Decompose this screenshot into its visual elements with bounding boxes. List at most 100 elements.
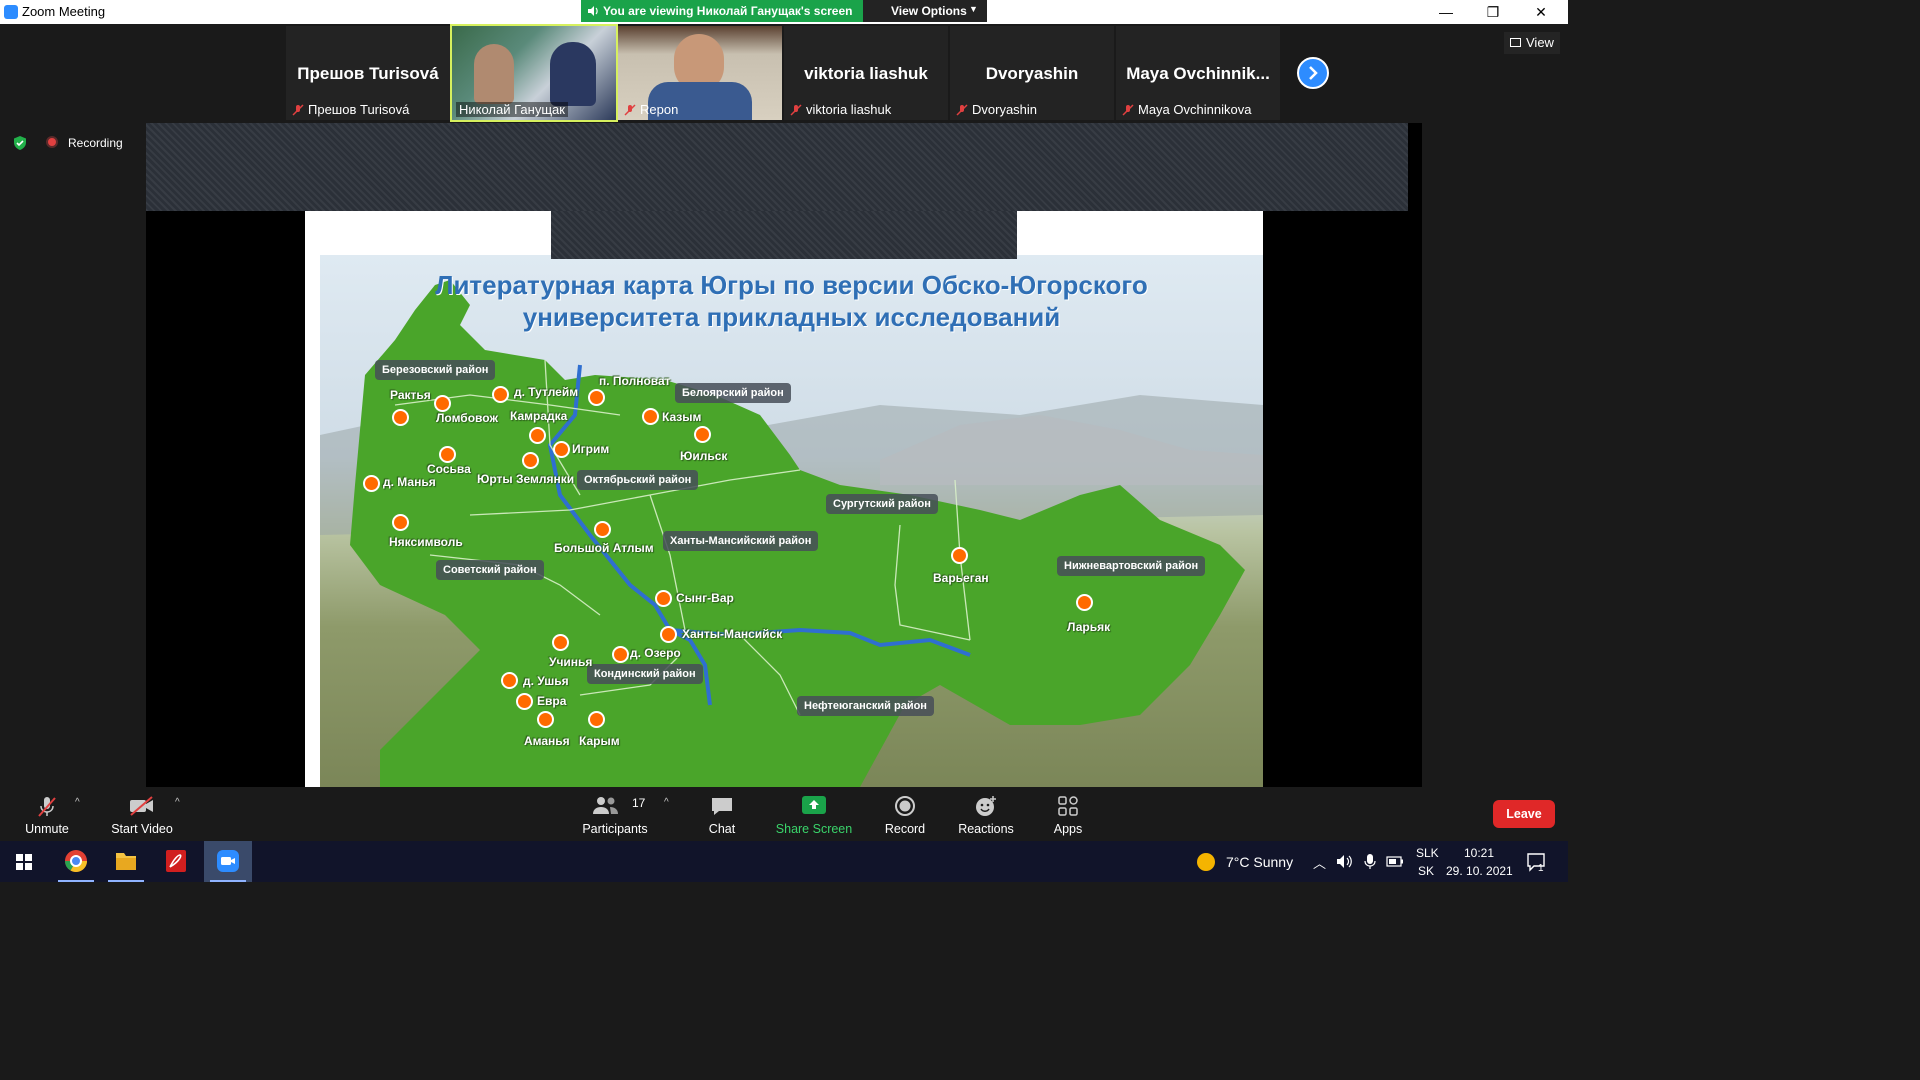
input-language-top[interactable]: SLK	[1416, 846, 1439, 860]
video-options-caret[interactable]: ^	[175, 797, 180, 808]
share-screen-button[interactable]: Share Screen	[774, 787, 854, 841]
microphone-icon[interactable]	[1364, 853, 1376, 870]
participant-tile[interactable]: Прешов Turisová Прешов Turisová	[286, 26, 450, 120]
participants-options-caret[interactable]: ^	[664, 797, 669, 808]
shared-screen: Литературная карта Югры по версии Обско-…	[146, 123, 1422, 787]
place-label: д. Ушья	[523, 674, 569, 688]
volume-icon[interactable]	[1336, 854, 1354, 869]
recording-label: Recording	[68, 136, 123, 150]
place-marker	[1076, 594, 1093, 611]
record-button[interactable]: Record	[880, 787, 930, 841]
grid-view-icon	[1510, 38, 1521, 47]
place-label: Ларьяк	[1067, 620, 1111, 634]
input-language-bottom[interactable]: SK	[1418, 864, 1434, 878]
muted-mic-icon	[1122, 104, 1134, 116]
clock-date[interactable]: 29. 10. 2021	[1446, 864, 1513, 878]
place-marker	[392, 514, 409, 531]
zoom-app-icon	[4, 5, 18, 19]
place-marker	[501, 672, 518, 689]
region-label: Нижневартовский район	[1057, 556, 1206, 576]
chevron-right-icon	[1309, 66, 1318, 80]
place-marker	[529, 427, 546, 444]
region-label: Белоярский район	[675, 383, 791, 403]
participant-display-name: Maya Ovchinnik...	[1126, 64, 1270, 83]
presentation-slide: Литературная карта Югры по версии Обско-…	[305, 211, 1263, 787]
zoom-icon	[217, 850, 239, 872]
slide-title-line: университета прикладных исследований	[522, 302, 1061, 332]
participant-label: Прешов Turisová	[308, 102, 410, 117]
minimize-button[interactable]: —	[1423, 0, 1469, 24]
participants-button[interactable]: 17 Participants	[578, 787, 652, 841]
view-options-button[interactable]: View Options ▼	[863, 0, 987, 22]
taskbar-acrobat[interactable]	[152, 841, 200, 882]
region-label: Советский район	[436, 560, 544, 580]
notification-icon[interactable]	[1526, 852, 1548, 872]
place-marker	[553, 441, 570, 458]
place-label: Сосьва	[427, 462, 471, 476]
weather-text[interactable]: 7°C Sunny	[1226, 854, 1293, 870]
speaker-icon	[588, 6, 598, 16]
taskbar-file-explorer[interactable]	[102, 841, 150, 882]
folder-icon	[116, 853, 136, 870]
record-label: Record	[884, 822, 926, 836]
participant-video-tile[interactable]: Николай Ганущак	[450, 24, 618, 122]
start-button[interactable]	[0, 841, 48, 882]
map-graphic	[320, 280, 1263, 787]
muted-mic-icon	[790, 104, 802, 116]
os-taskbar: 7°C Sunny ︿ SLK SK 10:21 29. 10. 2021 1	[0, 841, 1568, 882]
place-label: д. Озеро	[630, 646, 681, 660]
participant-tile[interactable]: viktoria liashuk viktoria liashuk	[784, 26, 948, 120]
place-marker	[594, 521, 611, 538]
participant-video-person	[474, 44, 514, 104]
place-marker	[951, 547, 968, 564]
tray-overflow-icon[interactable]: ︿	[1313, 853, 1326, 872]
participant-label: Dvoryashin	[972, 102, 1038, 117]
start-video-button[interactable]: Start Video	[104, 787, 180, 841]
battery-icon[interactable]	[1386, 856, 1404, 867]
reactions-button[interactable]: Reactions	[956, 787, 1016, 841]
clock-time[interactable]: 10:21	[1464, 846, 1494, 860]
unmute-button[interactable]: Unmute	[14, 787, 80, 841]
reactions-icon	[976, 796, 996, 816]
view-layout-button[interactable]: View	[1504, 32, 1560, 54]
next-page-button[interactable]	[1297, 57, 1329, 89]
place-label: Ханты-Мансийск	[682, 627, 783, 641]
region-label: Сургутский район	[826, 494, 938, 514]
place-marker	[392, 409, 409, 426]
participant-display-name: Прешов Turisová	[297, 64, 439, 83]
muted-mic-icon	[956, 104, 968, 116]
windows-logo-icon	[16, 854, 32, 870]
participant-video-tile[interactable]: Repon	[618, 26, 782, 120]
window-title: Zoom Meeting	[22, 4, 106, 19]
apps-button[interactable]: Apps	[1046, 787, 1090, 841]
meeting-toolbar: Unmute ^ Start Video ^ 17 Participants ^…	[0, 787, 1568, 841]
place-marker	[439, 446, 456, 463]
leave-button[interactable]: Leave	[1493, 800, 1555, 828]
view-layout-label: View	[1526, 35, 1554, 50]
place-label: Няксимволь	[389, 535, 463, 549]
chat-button[interactable]: Chat	[700, 787, 744, 841]
apps-icon	[1058, 796, 1078, 816]
slide-title-line: Литературная карта Югры по версии Обско-…	[435, 270, 1148, 300]
audio-options-caret[interactable]: ^	[75, 797, 80, 808]
participant-strip: Прешов Turisová Прешов Turisová Николай …	[0, 24, 1568, 122]
taskbar-chrome[interactable]	[52, 841, 100, 882]
place-marker	[588, 389, 605, 406]
maximize-button[interactable]: ❐	[1470, 0, 1516, 24]
shield-icon[interactable]	[12, 135, 28, 151]
place-label: Карым	[579, 734, 620, 748]
participant-tile[interactable]: Maya Ovchinnik... Maya Ovchinnikova	[1116, 26, 1280, 120]
apps-label: Apps	[1053, 822, 1083, 836]
participant-tile[interactable]: Dvoryashin Dvoryashin	[950, 26, 1114, 120]
screen-obscured-region	[551, 211, 1017, 259]
muted-mic-icon	[38, 797, 56, 817]
place-label: Камрадка	[510, 409, 568, 423]
place-marker	[516, 693, 533, 710]
taskbar-zoom[interactable]	[204, 841, 252, 882]
close-button[interactable]: ✕	[1518, 0, 1564, 24]
screen-obscured-region	[146, 123, 1408, 211]
participant-label: Repon	[640, 102, 679, 117]
reactions-label: Reactions	[958, 822, 1014, 836]
place-marker	[434, 395, 451, 412]
region-label: Кондинский район	[587, 664, 703, 684]
